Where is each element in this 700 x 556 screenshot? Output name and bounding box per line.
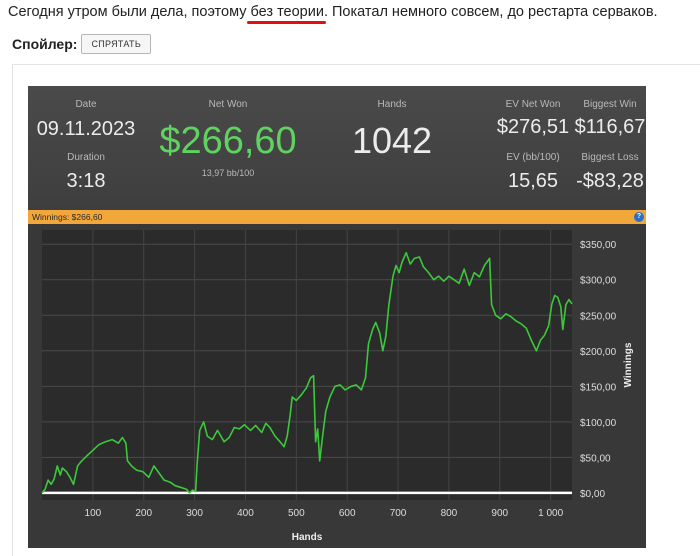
winnings-bar: Winnings: $266,60 ? xyxy=(28,210,646,224)
net-won-value: $266,60 xyxy=(159,120,297,162)
x-tick-label: 800 xyxy=(441,508,458,519)
x-tick-label: 400 xyxy=(237,508,254,519)
help-icon[interactable]: ? xyxy=(634,212,644,222)
ev-net-won-value: $276,51 xyxy=(496,116,570,138)
biggest-loss-value: -$83,28 xyxy=(576,170,644,192)
ev-net-won-label: EV Net Won xyxy=(505,99,561,110)
red-underline xyxy=(246,21,326,24)
intro-before: Сегодня утром были дела, поэтому xyxy=(8,4,251,20)
post-intro-text: Сегодня утром были дела, поэтому без тео… xyxy=(8,4,658,24)
winnings-label: Winnings: $266,60 xyxy=(32,212,103,222)
y-tick-label: $200,00 xyxy=(580,347,617,358)
spoiler-hide-button[interactable]: СПРЯТАТЬ xyxy=(81,34,152,54)
bb-per-100: 13,97 bb/100 xyxy=(201,168,255,178)
duration-value: 3:18 xyxy=(66,170,106,192)
y-tick-label: $250,00 xyxy=(580,311,617,322)
y-tick-label: $50,00 xyxy=(580,453,611,464)
spoiler-header: Спойлер: СПРЯТАТЬ xyxy=(12,34,152,54)
plot-area xyxy=(42,230,572,500)
hands-value: 1042 xyxy=(351,120,433,161)
ev-bb-value: 15,65 xyxy=(507,170,559,192)
x-tick-label: 700 xyxy=(390,508,407,519)
session-stats: Date 09.11.2023 Duration 3:18 Net Won $2… xyxy=(28,86,646,210)
y-tick-label: $100,00 xyxy=(580,418,617,429)
x-tick-label: 500 xyxy=(288,508,305,519)
x-tick-label: 900 xyxy=(491,508,508,519)
y-tick-label: $350,00 xyxy=(580,240,617,251)
winnings-chart: $0,00 $50,00 $100,00 $150,00 $200,00 $250,00 $… xyxy=(28,224,646,548)
hands-label: Hands xyxy=(377,99,407,110)
x-tick-label: 300 xyxy=(186,508,203,519)
x-tick-label: 600 xyxy=(339,508,356,519)
biggest-win-value: $116,67 xyxy=(574,116,646,138)
biggest-win-label: Biggest Win xyxy=(583,99,637,110)
intro-after: . Покатал немного совсем, до рестарта се… xyxy=(323,4,658,20)
ev-bb-label: EV (bb/100) xyxy=(506,152,560,163)
intro-highlight: без теории xyxy=(246,4,326,24)
spoiler-label: Спойлер: xyxy=(12,36,78,52)
biggest-loss-label: Biggest Loss xyxy=(581,152,639,163)
x-tick-label: 100 xyxy=(85,508,102,519)
date-label: Date xyxy=(75,99,97,110)
duration-label: Duration xyxy=(67,152,105,163)
y-tick-label: $300,00 xyxy=(580,276,617,287)
y-tick-label: $0,00 xyxy=(580,489,605,500)
x-axis-title: Hands xyxy=(292,532,323,543)
y-axis-title: Winnings xyxy=(623,342,634,387)
session-report-image: Date 09.11.2023 Duration 3:18 Net Won $2… xyxy=(28,86,646,548)
y-tick-label: $150,00 xyxy=(580,382,617,393)
net-won-label: Net Won xyxy=(208,99,248,110)
x-tick-label: 200 xyxy=(135,508,152,519)
date-value: 09.11.2023 xyxy=(36,118,136,140)
x-tick-label: 1 000 xyxy=(538,508,563,519)
